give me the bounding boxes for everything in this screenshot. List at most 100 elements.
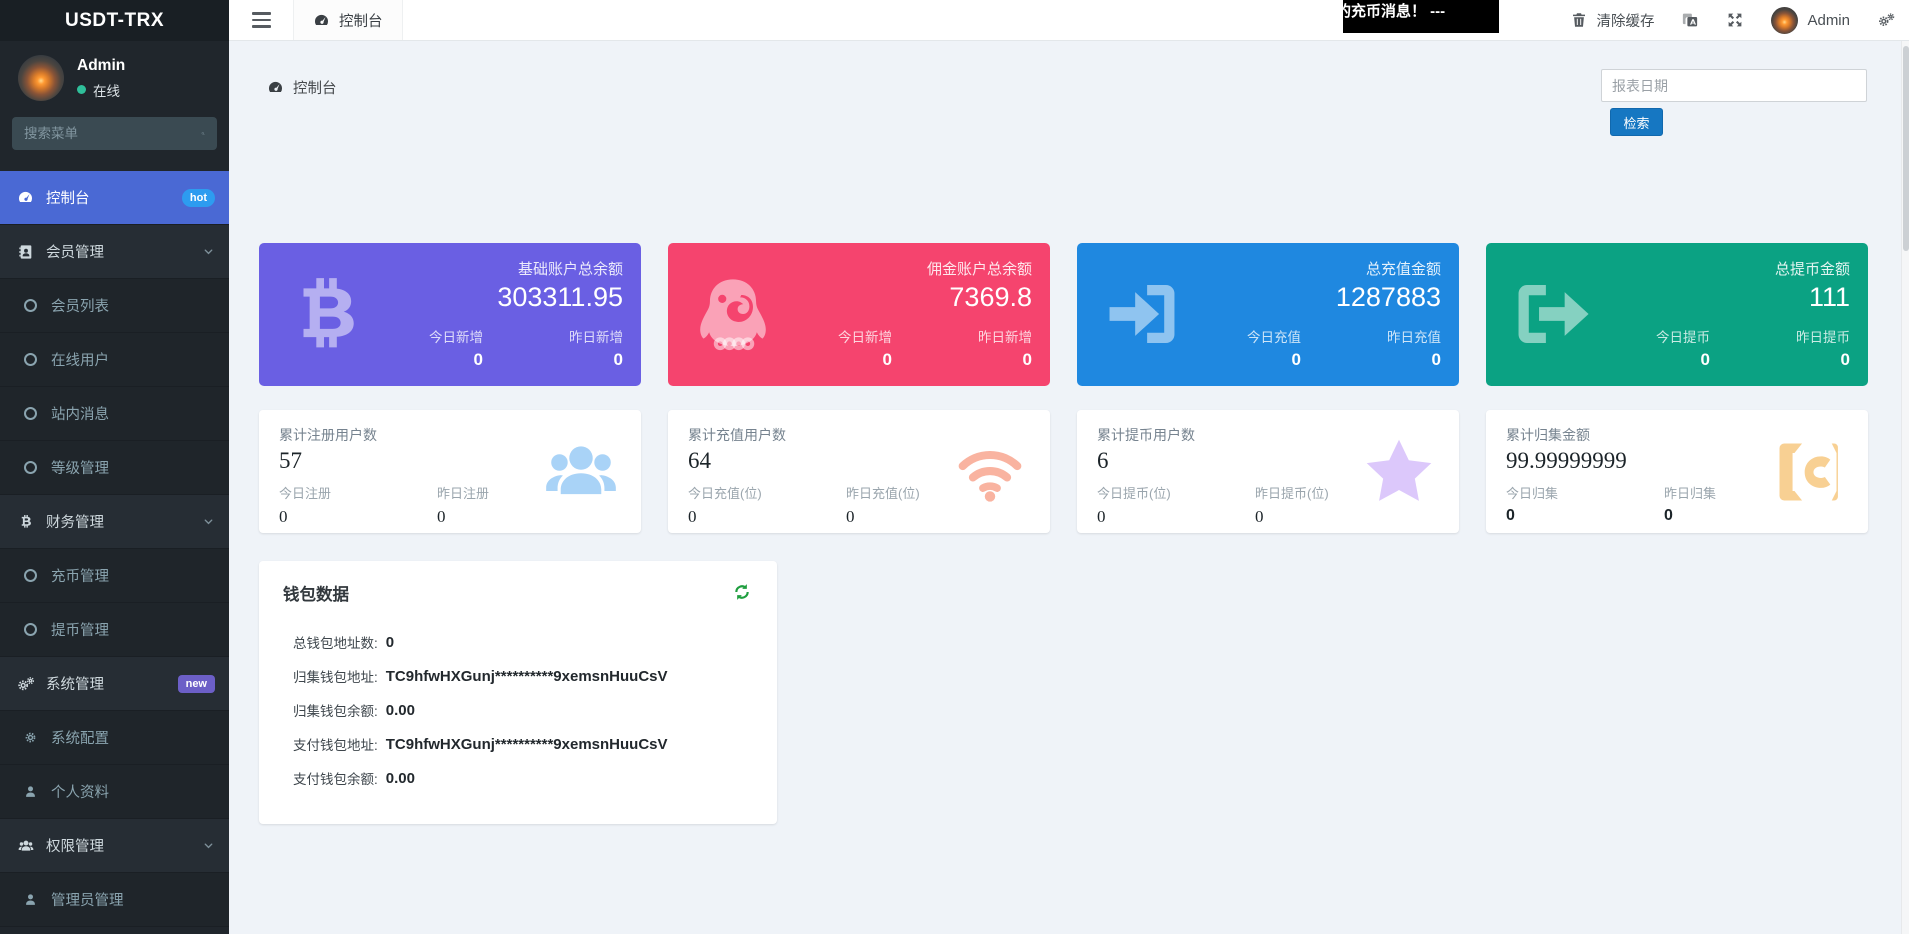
language-icon[interactable] [1681,11,1699,29]
summary-card-registered-users: 累计注册用户数 57 今日注册0 昨日注册0 [259,410,641,533]
sidebar-item-level-management[interactable]: 等级管理 [0,441,229,495]
summary-cards-row: 累计注册用户数 57 今日注册0 昨日注册0 累计充值用户数 64 今日充值(位… [259,410,1868,533]
report-date-input[interactable] [1601,69,1867,102]
stat-sub-value: 0 [527,350,623,370]
bitcoin-icon [283,273,365,355]
wallet-row-label: 归集钱包余额: [293,700,378,720]
sidebar-item-profile[interactable]: 个人资料 [0,765,229,819]
circle-icon [21,567,40,584]
fullscreen-icon[interactable] [1726,11,1744,29]
scrollbar-thumb[interactable] [1903,46,1909,251]
sidebar-item-label: 系统配置 [51,727,109,748]
sidebar-item-label: 权限管理 [46,835,104,856]
sign-out-icon [1510,273,1592,355]
summary-sub-value: 0 [1664,507,1822,525]
sidebar-item-label: 会员管理 [46,241,104,262]
user-status-label: 在线 [93,80,120,100]
sidebar-search-input[interactable] [24,126,201,141]
wallet-row-label: 支付钱包地址: [293,734,378,754]
circle-icon [21,459,40,476]
sidebar-search [12,117,217,150]
avatar [1771,7,1798,34]
breadcrumb: 控制台 [267,77,337,98]
dashboard-icon [267,79,284,96]
wallet-data-panel: 钱包数据 总钱包地址数: 0 归集钱包地址: TC9hfwHXGunj*****… [259,561,777,824]
dashboard-icon [313,12,330,29]
sidebar-item-admin-management[interactable]: 管理员管理 [0,873,229,927]
sidebar-item-dashboard[interactable]: 控制台 hot [0,171,229,225]
notification-marquee: 的充币消息！ --- [1343,0,1499,33]
stat-sub-value: 0 [1754,350,1850,370]
stat-sub-label: 今日新增 [796,326,892,346]
sidebar-item-label: 财务管理 [46,511,104,532]
circle-icon [21,351,40,368]
hamburger-icon[interactable] [252,12,271,28]
sidebar-item-member-list[interactable]: 会员列表 [0,279,229,333]
sidebar: USDT-TRX Admin 在线 控制台 hot 会员管理 会员列表 [0,0,229,934]
brand-title: USDT-TRX [0,0,229,41]
sidebar-item-members[interactable]: 会员管理 [0,225,229,279]
hot-badge: hot [182,189,215,207]
sidebar-item-label: 充币管理 [51,565,109,586]
gears-icon [16,675,35,692]
user-panel: Admin 在线 [0,41,229,111]
summary-sub-label: 今日充值(位) [688,483,846,502]
summary-sub-value: 0 [1097,507,1255,527]
sidebar-item-system-config[interactable]: 系统配置 [0,711,229,765]
summary-sub-value: 0 [1255,507,1413,527]
stat-sub-value: 0 [796,350,892,370]
summary-sub-label: 今日注册 [279,483,437,502]
users-icon [16,837,35,854]
wallet-row-label: 支付钱包余额: [293,768,378,788]
stat-sub-label: 昨日新增 [936,326,1032,346]
stat-card-total-withdraw: 总提币金额 111 今日提币0 昨日提币0 [1486,243,1868,386]
search-icon[interactable] [201,126,205,141]
user-status: 在线 [77,80,125,100]
chevron-down-icon [202,839,215,852]
sidebar-item-finance[interactable]: 财务管理 [0,495,229,549]
refresh-icon[interactable] [732,582,752,602]
sidebar-item-deposit-management[interactable]: 充币管理 [0,549,229,603]
stat-card-base-balance: 基础账户总余额 303311.95 今日新增0 昨日新增0 [259,243,641,386]
stat-sub-label: 昨日提币 [1754,326,1850,346]
sidebar-item-label: 在线用户 [51,349,109,370]
sidebar-item-label: 提币管理 [51,619,109,640]
sidebar-item-permissions[interactable]: 权限管理 [0,819,229,873]
online-dot-icon [77,85,86,94]
collection-icon [1770,434,1846,510]
sign-in-icon [1101,273,1183,355]
gear-icon [21,729,40,746]
wallet-row-value: TC9hfwHXGunj**********9xemsnHuuCsV [386,736,668,753]
top-navbar: 控制台 的充币消息！ --- 清除缓存 Admin [229,0,1909,41]
summary-sub-value: 0 [1506,507,1664,525]
stat-sub-value: 0 [936,350,1032,370]
sidebar-item-system[interactable]: 系统管理 new [0,657,229,711]
wallet-row-value: 0.00 [386,770,415,787]
new-badge: new [178,675,215,693]
vertical-scrollbar[interactable] [1901,41,1909,934]
wallet-row: 归集钱包余额: 0.00 [293,693,753,727]
sidebar-item-label: 系统管理 [46,673,104,694]
stat-sub-value: 0 [387,350,483,370]
main-content: 控制台 检索 基础账户总余额 303311.95 今日新增0 昨日新增0 佣金账… [229,41,1901,934]
gears-icon[interactable] [1877,11,1895,29]
sidebar-item-withdraw-management[interactable]: 提币管理 [0,603,229,657]
chevron-down-icon [202,245,215,258]
sidebar-item-site-messages[interactable]: 站内消息 [0,387,229,441]
summary-sub-value: 0 [688,507,846,527]
clear-cache-label: 清除缓存 [1596,10,1654,31]
user-menu[interactable]: Admin [1771,7,1850,34]
circle-icon [21,405,40,422]
tab-dashboard[interactable]: 控制台 [293,0,403,40]
avatar[interactable] [18,55,64,101]
breadcrumb-label: 控制台 [293,77,337,98]
clear-cache-button[interactable]: 清除缓存 [1570,10,1654,31]
summary-sub-label: 今日提币(位) [1097,483,1255,502]
sidebar-item-label: 会员列表 [51,295,109,316]
wallet-row: 支付钱包余额: 0.00 [293,761,753,795]
sidebar-item-label: 管理员管理 [51,889,124,910]
search-button[interactable]: 检索 [1610,108,1663,136]
sidebar-item-online-users[interactable]: 在线用户 [0,333,229,387]
wallet-row-value: 0.00 [386,702,415,719]
summary-card-collected-amount: 累计归集金额 99.99999999 今日归集0 昨日归集0 [1486,410,1868,533]
